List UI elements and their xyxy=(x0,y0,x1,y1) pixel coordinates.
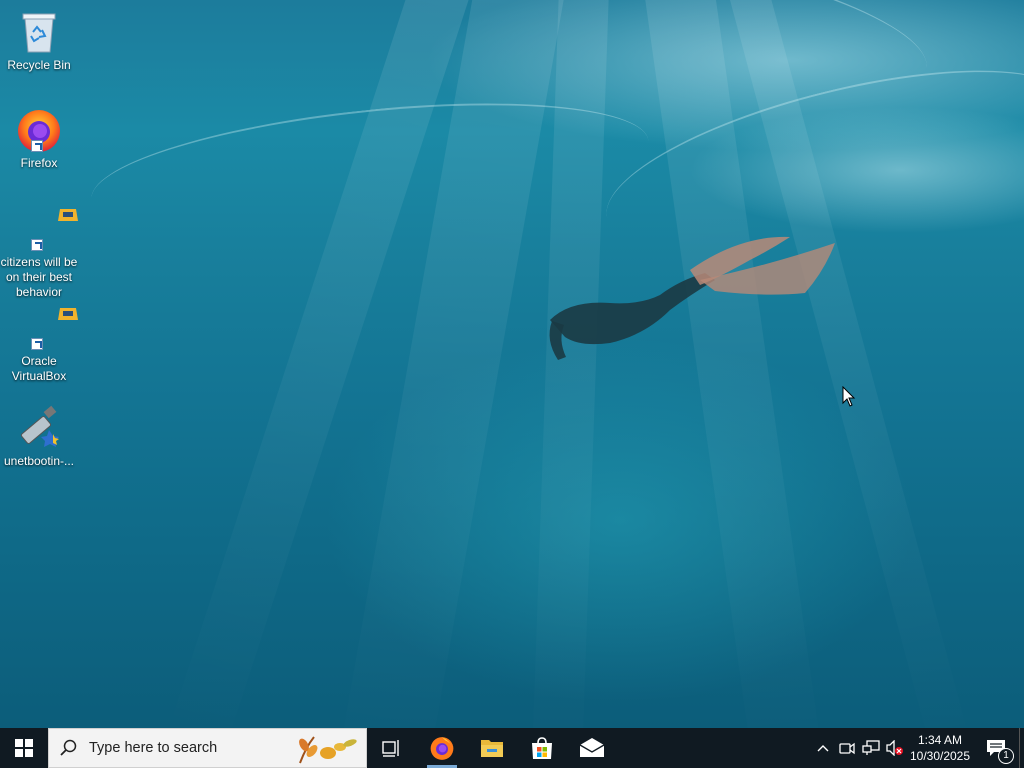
shortcut-arrow-icon xyxy=(31,239,43,251)
desktop-icon-label: unetbootin-... xyxy=(3,454,75,468)
volume-button[interactable] xyxy=(883,728,907,768)
action-center-button[interactable]: 1 xyxy=(973,728,1019,768)
folder-icon xyxy=(481,740,503,757)
clock-time: 1:34 AM xyxy=(917,733,963,747)
task-view-button[interactable] xyxy=(367,728,417,768)
taskbar-file-explorer-button[interactable] xyxy=(467,728,517,768)
microsoft-store-icon xyxy=(532,737,552,759)
notification-count-badge: 1 xyxy=(998,748,1014,764)
chevron-up-icon xyxy=(817,745,829,752)
search-placeholder: Type here to search xyxy=(89,740,218,756)
desktop-icon-label: citizens will be on their best behavior xyxy=(0,255,78,299)
desktop-icon-recycle-bin[interactable]: Recycle Bin xyxy=(0,8,78,73)
freediver-silhouette xyxy=(549,236,835,360)
show-hidden-icons-button[interactable] xyxy=(811,728,835,768)
firefox-icon xyxy=(430,737,454,760)
firefox-icon xyxy=(15,106,63,154)
unetbootin-icon xyxy=(15,404,63,452)
volume-muted-icon xyxy=(886,740,903,756)
taskbar-mail-button[interactable] xyxy=(567,728,617,768)
desktop-icon-unetbootin[interactable]: unetbootin-... xyxy=(0,404,78,469)
network-wired-icon xyxy=(862,740,880,755)
desktop-icon-citizens-shortcut[interactable]: citizens will be on their best behavior xyxy=(0,205,78,300)
desktop-icon-firefox[interactable]: Firefox xyxy=(0,106,78,171)
virtualbox-vm-icon xyxy=(15,205,78,253)
camera-icon xyxy=(839,742,855,755)
desktop-icon-label: Recycle Bin xyxy=(7,58,71,72)
taskbar-clock[interactable]: 1:34 AM 10/30/2025 xyxy=(907,732,973,764)
mouse-pointer-icon xyxy=(842,386,856,407)
desktop-icon-label: Firefox xyxy=(20,156,58,170)
search-icon xyxy=(49,739,89,757)
network-button[interactable] xyxy=(859,728,883,768)
desktop-icon-label: Oracle VirtualBox xyxy=(11,354,67,383)
meet-now-button[interactable] xyxy=(835,728,859,768)
clock-date: 10/30/2025 xyxy=(909,749,971,763)
search-highlight-leaves-icon[interactable] xyxy=(292,733,362,765)
system-tray: 1:34 AM 10/30/2025 1 xyxy=(811,728,1024,768)
windows-logo-icon xyxy=(15,739,33,757)
taskbar: Type here to search 1:34 AM 10/30/2025 1 xyxy=(0,728,1024,768)
taskbar-firefox-button[interactable] xyxy=(417,728,467,768)
taskbar-search-box[interactable]: Type here to search xyxy=(48,728,367,768)
taskbar-microsoft-store-button[interactable] xyxy=(517,728,567,768)
show-desktop-button[interactable] xyxy=(1019,728,1024,768)
shortcut-arrow-icon xyxy=(31,338,43,350)
desktop-icon-oracle-virtualbox[interactable]: Oracle VirtualBox xyxy=(0,304,78,384)
shortcut-arrow-icon xyxy=(31,140,43,152)
mail-icon xyxy=(579,738,605,757)
start-button[interactable] xyxy=(0,728,48,768)
task-view-icon xyxy=(382,740,399,757)
recycle-bin-icon xyxy=(15,8,63,56)
virtualbox-icon xyxy=(15,304,78,352)
desktop-wallpaper[interactable] xyxy=(0,0,1024,728)
